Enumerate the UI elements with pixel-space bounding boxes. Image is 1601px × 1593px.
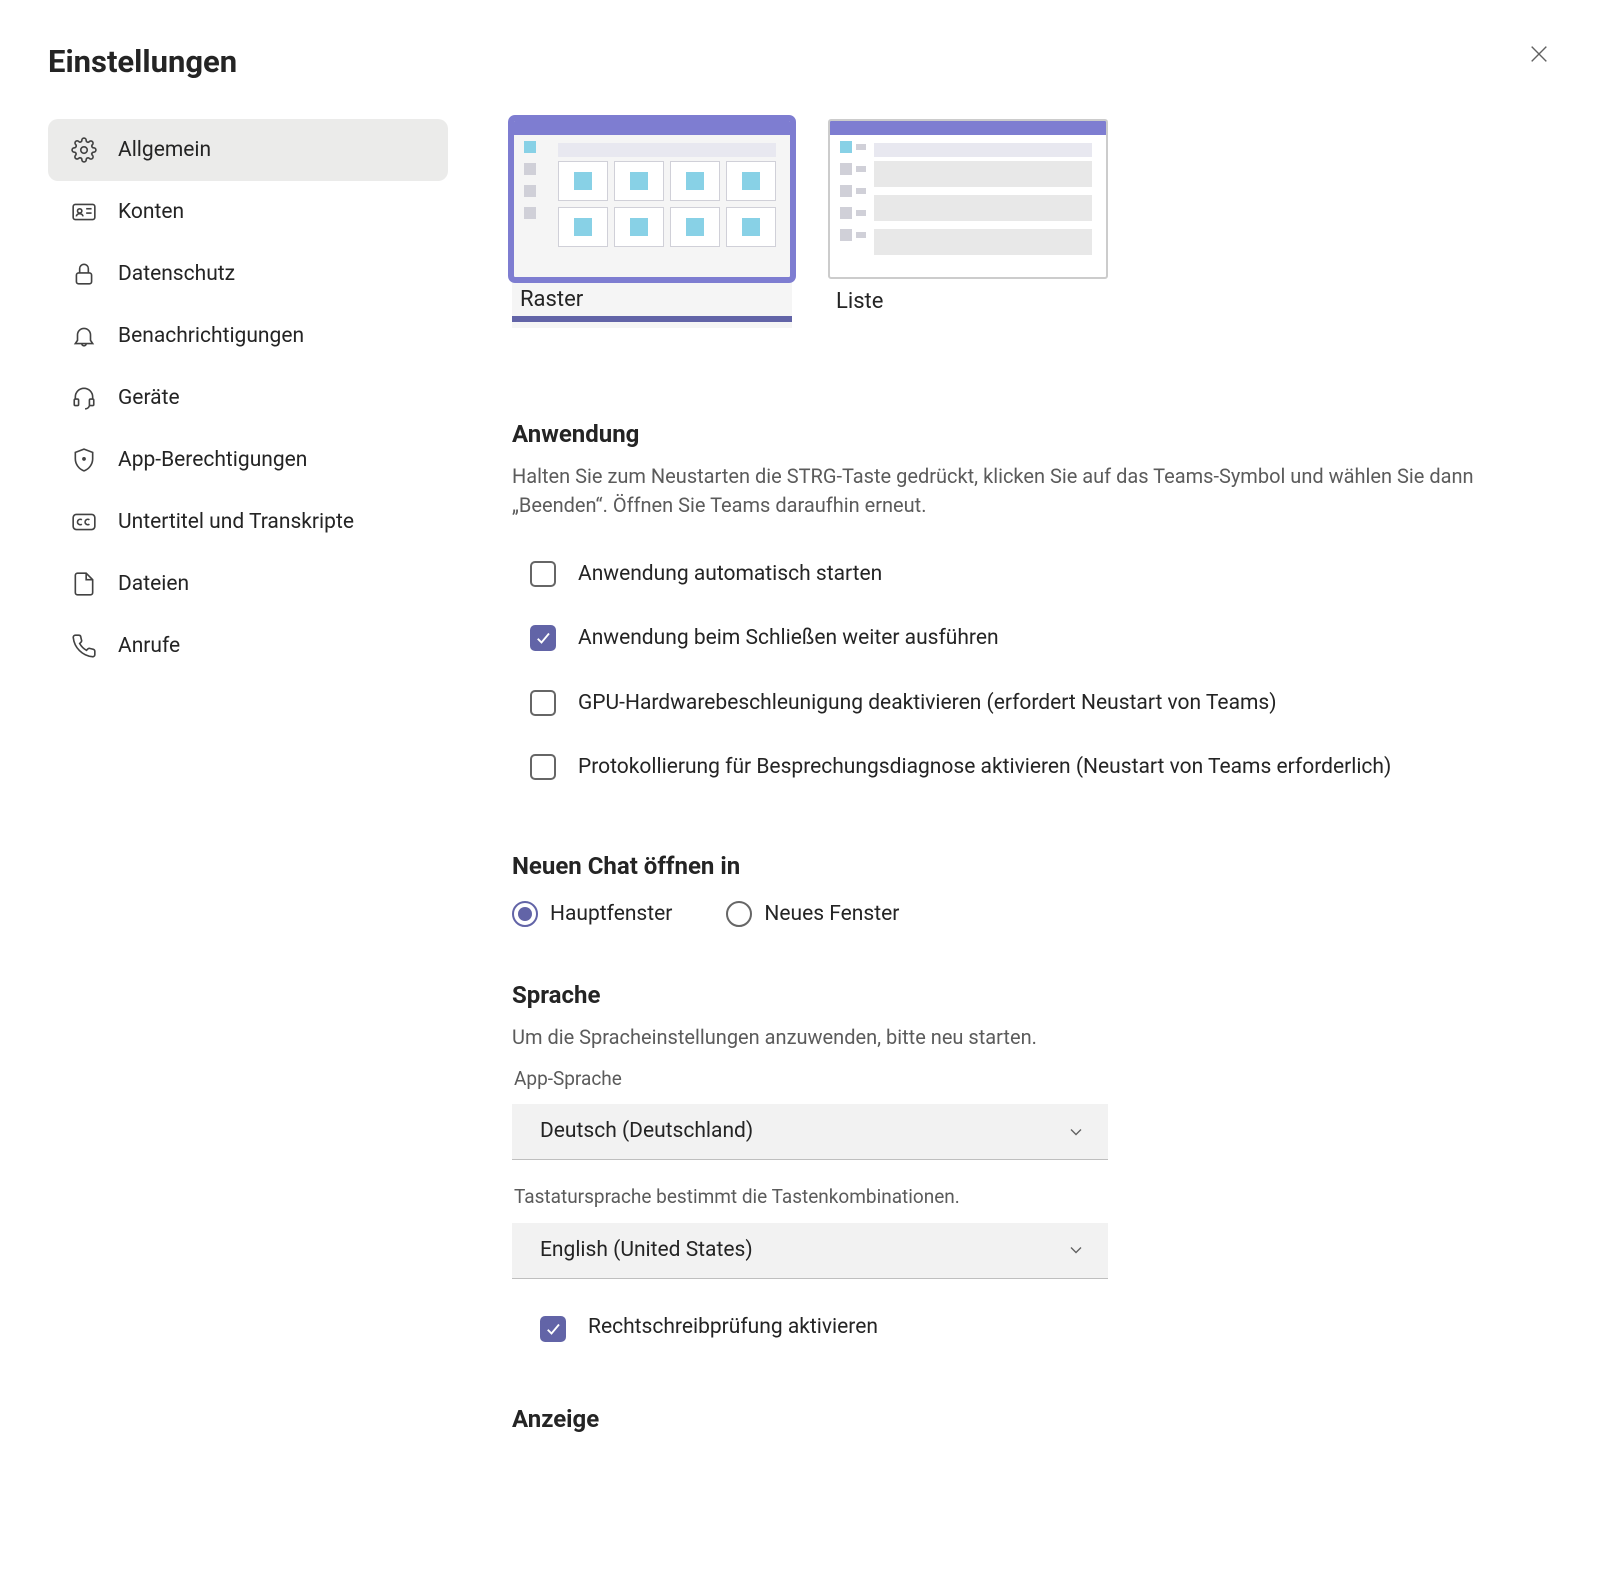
radio-label: Hauptfenster (550, 900, 672, 929)
sidebar-item-label: Geräte (118, 384, 180, 413)
sidebar-item-general[interactable]: Allgemein (48, 119, 448, 181)
checkbox-option-auto-start[interactable]: Anwendung automatisch starten (512, 542, 1529, 607)
sidebar-item-label: App-Berechtigungen (118, 446, 307, 475)
sidebar-item-privacy[interactable]: Datenschutz (48, 243, 448, 305)
sidebar-item-calls[interactable]: Anrufe (48, 615, 448, 677)
radio-icon (726, 901, 752, 927)
radio-option-main-window[interactable]: Hauptfenster (512, 900, 672, 929)
sidebar-item-accounts[interactable]: Konten (48, 181, 448, 243)
checkbox-label: Rechtschreibprüfung aktivieren (588, 1311, 878, 1344)
layout-option-list[interactable]: Liste (828, 119, 1108, 328)
bell-icon (70, 322, 98, 350)
dropdown-app-language[interactable]: Deutsch (Deutschland) (512, 1104, 1108, 1160)
file-icon (70, 570, 98, 598)
layout-option-label: Raster (512, 285, 792, 316)
radio-icon (512, 901, 538, 927)
radio-label: Neues Fenster (764, 900, 899, 929)
layout-option-label: Liste (828, 287, 1108, 318)
lock-icon (70, 260, 98, 288)
radio-option-new-window[interactable]: Neues Fenster (726, 900, 899, 929)
section-title-display: Anzeige (512, 1403, 1529, 1437)
settings-content: Raster (512, 119, 1553, 1486)
checkbox-option-logging[interactable]: Protokollierung für Besprechungsdiagnose… (512, 735, 1529, 800)
field-label-keyboard-language: Tastatursprache bestimmt die Tastenkombi… (514, 1184, 1529, 1211)
phone-icon (70, 632, 98, 660)
sidebar-item-label: Datenschutz (118, 260, 235, 289)
sidebar-item-notifications[interactable]: Benachrichtigungen (48, 305, 448, 367)
sidebar-item-label: Dateien (118, 570, 189, 599)
sidebar-item-label: Allgemein (118, 136, 211, 165)
section-title-application: Anwendung (512, 418, 1529, 452)
sidebar-item-files[interactable]: Dateien (48, 553, 448, 615)
sidebar-item-label: Untertitel und Transkripte (118, 508, 354, 537)
checkbox-label: Anwendung beim Schließen weiter ausführe… (578, 622, 999, 655)
shield-icon (70, 446, 98, 474)
checkbox-option-run-on-close[interactable]: Anwendung beim Schließen weiter ausführe… (512, 606, 1529, 671)
checkbox-icon (530, 690, 556, 716)
sidebar-item-label: Anrufe (118, 632, 180, 661)
chevron-down-icon (1066, 1240, 1086, 1260)
section-description: Halten Sie zum Neustarten die STRG-Taste… (512, 462, 1529, 520)
sidebar-item-label: Benachrichtigungen (118, 322, 304, 351)
id-card-icon (70, 198, 98, 226)
section-title-language: Sprache (512, 979, 1529, 1013)
field-label-app-language: App-Sprache (514, 1066, 1529, 1093)
layout-option-grid[interactable]: Raster (512, 119, 792, 328)
checkbox-label: GPU-Hardwarebeschleunigung deaktivieren … (578, 687, 1277, 720)
sidebar-item-label: Konten (118, 198, 184, 227)
dropdown-value: English (United States) (540, 1236, 753, 1265)
checkbox-label: Anwendung automatisch starten (578, 558, 882, 591)
checkbox-icon (530, 625, 556, 651)
settings-sidebar: Allgemein Konten Datenschutz Benachricht… (48, 119, 448, 1486)
dropdown-value: Deutsch (Deutschland) (540, 1117, 753, 1146)
sidebar-item-devices[interactable]: Geräte (48, 367, 448, 429)
close-icon (1528, 43, 1550, 65)
gear-icon (70, 136, 98, 164)
checkbox-option-spellcheck[interactable]: Rechtschreibprüfung aktivieren (512, 1303, 1529, 1344)
checkbox-icon (540, 1316, 566, 1342)
sidebar-item-captions[interactable]: Untertitel und Transkripte (48, 491, 448, 553)
dropdown-keyboard-language[interactable]: English (United States) (512, 1223, 1108, 1279)
checkbox-option-disable-gpu[interactable]: GPU-Hardwarebeschleunigung deaktivieren … (512, 671, 1529, 736)
headset-icon (70, 384, 98, 412)
checkbox-icon (530, 754, 556, 780)
section-description: Um die Spracheinstellungen anzuwenden, b… (512, 1023, 1529, 1052)
checkbox-label: Protokollierung für Besprechungsdiagnose… (578, 751, 1391, 784)
chevron-down-icon (1066, 1122, 1086, 1142)
checkbox-icon (530, 561, 556, 587)
sidebar-item-app-permissions[interactable]: App-Berechtigungen (48, 429, 448, 491)
close-button[interactable] (1525, 40, 1553, 68)
section-title-chat: Neuen Chat öffnen in (512, 850, 1529, 884)
cc-icon (70, 508, 98, 536)
page-title: Einstellungen (48, 40, 237, 83)
